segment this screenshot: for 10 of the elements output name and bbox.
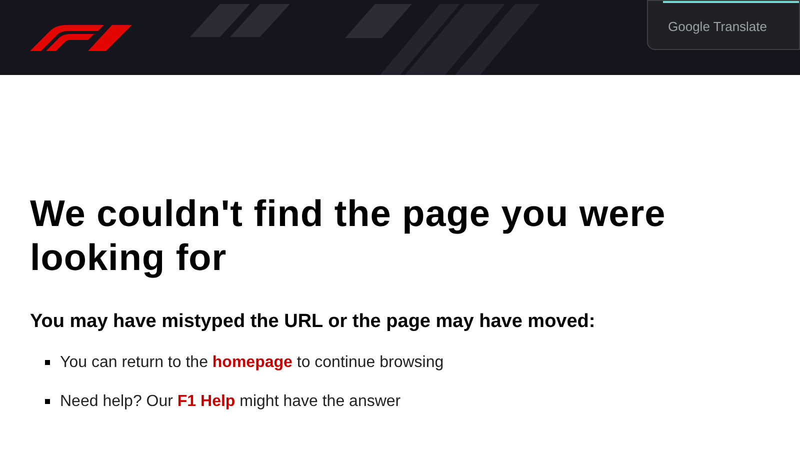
logo-icon[interactable] bbox=[30, 24, 132, 50]
page-subheading: You may have mistyped the URL or the page may have moved: bbox=[30, 310, 596, 334]
bullet-icon bbox=[45, 360, 50, 365]
translate-label: Google Translate bbox=[668, 18, 768, 36]
bullet-icon bbox=[45, 399, 50, 404]
help-link[interactable]: F1 Help bbox=[177, 392, 236, 410]
list-item-text: Need help? Our F1 Help might have the answer bbox=[60, 392, 401, 412]
page-heading: We couldn't find the page you were looking for bbox=[30, 192, 667, 280]
help-link[interactable]: homepage bbox=[212, 354, 292, 370]
list-item-text: You can return to the homepage to continue browsing bbox=[60, 352, 444, 372]
